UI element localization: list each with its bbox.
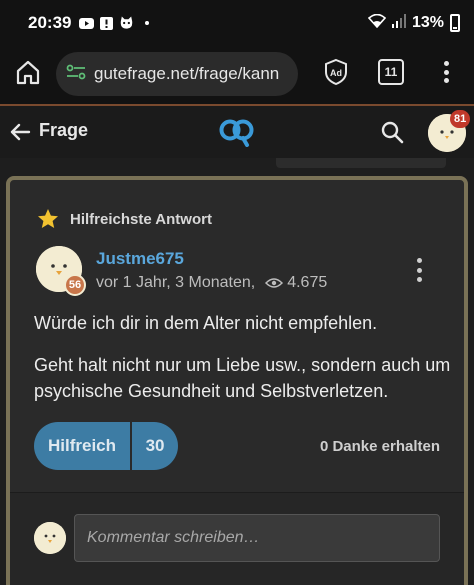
notification-badge: 81 [450, 110, 471, 128]
adblock-button[interactable]: Ad [322, 58, 350, 86]
author-level-badge: 56 [64, 274, 86, 296]
home-button[interactable] [14, 58, 42, 86]
app-header: Frage 81 [0, 106, 474, 158]
options-dot [416, 267, 422, 273]
answer-meta: vor 1 Jahr, 3 Monaten, 4.675 [96, 274, 327, 292]
answer-timestamp: vor 1 Jahr, 3 Monaten, [96, 274, 256, 291]
commenter-avatar [34, 522, 66, 554]
menu-dot [443, 78, 449, 83]
best-answer-label: Hilfreichste Antwort [70, 210, 212, 228]
site-settings-icon[interactable] [66, 64, 86, 85]
search-button[interactable] [380, 120, 404, 144]
star-icon [38, 209, 58, 228]
menu-dot [443, 69, 449, 75]
eye-icon [265, 278, 284, 288]
search-icon [381, 121, 404, 144]
author-name-link[interactable]: Justme675 [96, 249, 184, 269]
wifi-icon [367, 13, 387, 33]
adblock-shield-icon: Ad [325, 58, 347, 86]
helpful-count[interactable]: 30 [132, 422, 178, 470]
cat-face-icon [119, 16, 134, 30]
address-bar[interactable]: gutefrage.net/frage/kann [56, 52, 298, 96]
comment-input[interactable] [74, 514, 440, 562]
tab-switcher-button[interactable]: 11 [378, 59, 404, 85]
answer-paragraph: Würde ich dir in dem Alter nicht empfehl… [34, 313, 378, 333]
status-time: 20:39 [28, 13, 72, 32]
url-text: gutefrage.net/frage/kann [94, 64, 280, 83]
helpful-label[interactable]: Hilfreich [34, 422, 133, 470]
logo-icon [219, 119, 254, 147]
user-avatar[interactable]: 81 [428, 110, 471, 152]
page-title: Frage [39, 120, 89, 140]
author-avatar[interactable]: 56 [36, 246, 86, 296]
svg-text:Ad: Ad [330, 68, 342, 78]
thanks-received: 0 Danke erhalten [319, 438, 440, 455]
home-icon [16, 60, 40, 85]
answer-options-button[interactable] [414, 256, 424, 284]
youtube-icon [79, 17, 95, 30]
chick-avatar-icon [34, 522, 66, 554]
arrow-left-icon [10, 123, 31, 141]
browser-menu-button[interactable] [436, 58, 456, 86]
battery-percent: 13% [411, 14, 444, 31]
menu-dot [443, 61, 449, 66]
back-button[interactable] [8, 120, 32, 144]
status-notification-icons [79, 16, 150, 30]
status-right: 13% [367, 13, 460, 33]
best-answer-header: Hilfreichste Antwort [36, 207, 212, 231]
status-bar: 20:39 13% [0, 0, 474, 46]
answer-body: Würde ich dir in dem Alter nicht empfehl… [34, 310, 454, 420]
gutefrage-logo[interactable] [218, 117, 256, 147]
more-notifications-dot [145, 21, 150, 25]
options-dot [416, 258, 422, 263]
browser-toolbar: gutefrage.net/frage/kann Ad 11 [0, 46, 474, 104]
view-count: 4.675 [287, 274, 328, 291]
best-answer-card: Hilfreichste Antwort 56 Justme675 vor 1 … [6, 176, 468, 585]
notification-exclamation-icon [99, 16, 114, 30]
battery-icon [450, 14, 460, 32]
signal-icon [391, 13, 406, 33]
previous-card-edge [276, 158, 446, 168]
helpful-button[interactable]: Hilfreich 30 [34, 422, 179, 470]
answer-paragraph: Geht halt nicht nur um Liebe usw., sonde… [34, 355, 451, 401]
options-dot [416, 277, 422, 282]
